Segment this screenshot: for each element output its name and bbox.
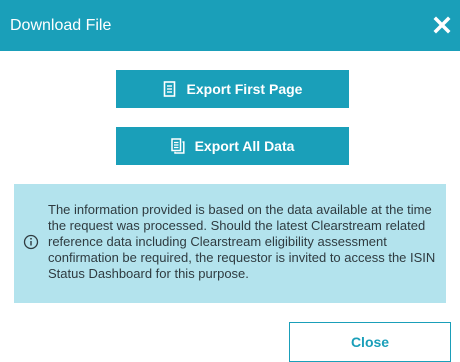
- dialog-title: Download File: [10, 17, 112, 34]
- download-file-dialog: Download File Export First Page Export A…: [0, 0, 460, 362]
- info-box: The information provided is based on the…: [14, 184, 446, 303]
- close-button[interactable]: Close: [289, 322, 451, 362]
- export-all-data-button[interactable]: Export All Data: [116, 127, 349, 165]
- dialog-header: Download File: [0, 0, 460, 51]
- info-icon: [23, 234, 39, 250]
- export-all-data-label: Export All Data: [194, 138, 295, 154]
- close-icon[interactable]: [427, 10, 457, 40]
- export-first-page-label: Export First Page: [186, 81, 303, 97]
- documents-icon: [170, 138, 185, 154]
- document-icon: [163, 81, 177, 97]
- info-text: The information provided is based on the…: [48, 202, 436, 281]
- export-first-page-button[interactable]: Export First Page: [116, 70, 349, 108]
